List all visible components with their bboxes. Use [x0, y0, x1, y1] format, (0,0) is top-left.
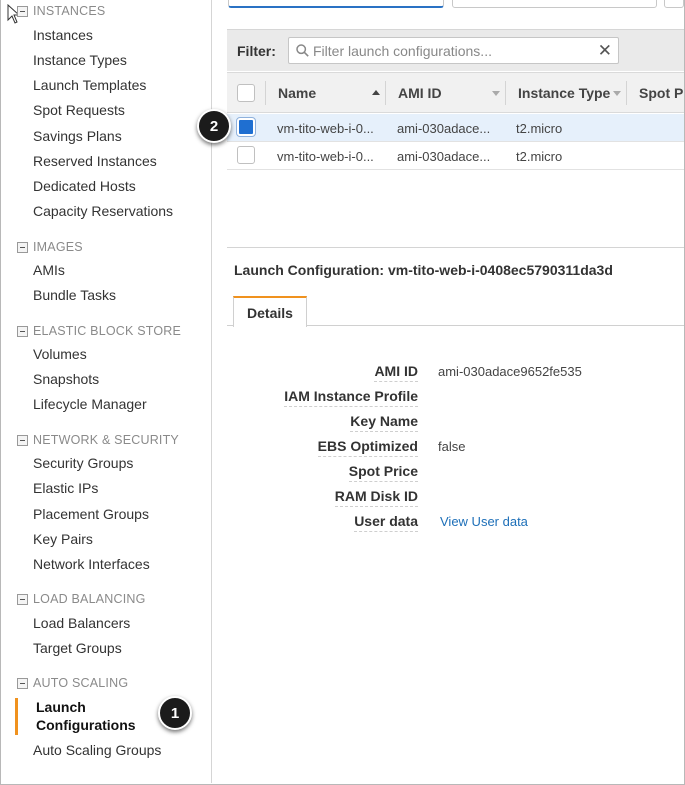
- settings-button[interactable]: [664, 0, 684, 8]
- sidebar-item-security-groups[interactable]: Security Groups: [33, 455, 133, 471]
- detail-value-ami-id: ami-030adace9652fe535: [438, 364, 582, 379]
- sidebar-item-auto-scaling-groups[interactable]: Auto Scaling Groups: [33, 742, 161, 758]
- cell-name: vm-tito-web-i-0...: [277, 121, 374, 136]
- group-title: INSTANCES: [33, 4, 106, 18]
- view-user-data-link[interactable]: View User data: [440, 514, 528, 529]
- sidebar-item-instances[interactable]: Instances: [33, 27, 93, 43]
- table-header: Name AMI ID Instance Type Spot P: [227, 72, 684, 113]
- sidebar-item-snapshots[interactable]: Snapshots: [33, 371, 99, 387]
- sidebar-item-placement-groups[interactable]: Placement Groups: [33, 506, 149, 522]
- sidebar-item-target-groups[interactable]: Target Groups: [33, 640, 122, 656]
- sidebar-item-launch-templates[interactable]: Launch Templates: [33, 77, 146, 93]
- column-divider: [505, 81, 506, 105]
- sidebar-item-network-interfaces[interactable]: Network Interfaces: [33, 556, 150, 572]
- collapse-icon[interactable]: [17, 5, 28, 17]
- cell-instance-type: t2.micro: [516, 149, 563, 164]
- detail-label-spot-price: Spot Price: [348, 463, 418, 482]
- group-images-header[interactable]: IMAGES: [17, 240, 83, 254]
- sidebar-item-savings-plans[interactable]: Savings Plans: [33, 128, 122, 144]
- sidebar-item-reserved-instances[interactable]: Reserved Instances: [33, 153, 157, 169]
- group-title: ELASTIC BLOCK STORE: [33, 324, 182, 338]
- row-checkbox[interactable]: [237, 118, 255, 136]
- group-ebs-header[interactable]: ELASTIC BLOCK STORE: [17, 324, 181, 338]
- cell-ami-id: ami-030adace...: [397, 149, 491, 164]
- group-title: NETWORK & SECURITY: [33, 433, 179, 447]
- table-row[interactable]: vm-tito-web-i-0... ami-030adace... t2.mi…: [227, 114, 684, 142]
- collapse-icon[interactable]: [17, 241, 28, 253]
- detail-label-key-name: Key Name: [350, 413, 418, 432]
- column-header-ami-id[interactable]: AMI ID: [398, 73, 442, 113]
- detail-label-ram-disk-id: RAM Disk ID: [334, 488, 418, 507]
- column-header-name[interactable]: Name: [278, 73, 316, 113]
- sort-icon[interactable]: [492, 91, 500, 96]
- group-title: AUTO SCALING: [33, 676, 129, 690]
- active-indicator: [15, 698, 18, 735]
- search-icon: [296, 44, 309, 57]
- filter-input[interactable]: [313, 41, 593, 61]
- callout-badge-1: 1: [158, 696, 192, 730]
- sidebar-item-elastic-ips[interactable]: Elastic IPs: [33, 480, 98, 496]
- sidebar-item-key-pairs[interactable]: Key Pairs: [33, 531, 93, 547]
- details-title: Launch Configuration: vm-tito-web-i-0408…: [234, 262, 613, 278]
- sidebar-item-volumes[interactable]: Volumes: [33, 346, 87, 362]
- group-network-security-header[interactable]: NETWORK & SECURITY: [17, 433, 179, 447]
- sidebar-item-dedicated-hosts[interactable]: Dedicated Hosts: [33, 178, 136, 194]
- main-panel: Filter: ✕ Name AMI ID Instance Type Spo: [212, 0, 684, 785]
- table-row[interactable]: vm-tito-web-i-0... ami-030adace... t2.mi…: [227, 142, 684, 170]
- group-instances-header[interactable]: INSTANCES: [17, 4, 105, 18]
- cell-name: vm-tito-web-i-0...: [277, 149, 374, 164]
- sidebar-item-load-balancers[interactable]: Load Balancers: [33, 615, 130, 631]
- sidebar-item-label: Launch Configurations: [36, 699, 136, 733]
- detail-label-iam-instance-profile: IAM Instance Profile: [284, 388, 418, 407]
- filter-label: Filter:: [237, 43, 276, 59]
- sidebar-item-amis[interactable]: AMIs: [33, 262, 65, 278]
- callout-badge-2: 2: [197, 109, 231, 143]
- column-header-spot-price[interactable]: Spot P: [639, 73, 683, 113]
- column-divider: [265, 81, 266, 105]
- row-checkbox[interactable]: [237, 146, 255, 164]
- collapse-icon[interactable]: [17, 325, 28, 337]
- group-title: LOAD BALANCING: [33, 592, 146, 606]
- panel-divider[interactable]: [227, 247, 684, 248]
- filter-bar: Filter: ✕: [227, 29, 684, 71]
- sort-ascending-icon[interactable]: [372, 90, 380, 95]
- select-all-checkbox[interactable]: [237, 84, 255, 102]
- collapse-icon[interactable]: [17, 677, 28, 689]
- sidebar-item-lifecycle-manager[interactable]: Lifecycle Manager: [33, 396, 147, 412]
- cell-ami-id: ami-030adace...: [397, 121, 491, 136]
- sidebar-item-instance-types[interactable]: Instance Types: [33, 52, 127, 68]
- sidebar-item-bundle-tasks[interactable]: Bundle Tasks: [33, 287, 116, 303]
- tab-details[interactable]: Details: [233, 296, 307, 327]
- sidebar-item-spot-requests[interactable]: Spot Requests: [33, 102, 125, 118]
- group-auto-scaling-header[interactable]: AUTO SCALING: [17, 676, 128, 690]
- column-header-instance-type[interactable]: Instance Type: [518, 73, 610, 113]
- group-load-balancing-header[interactable]: LOAD BALANCING: [17, 592, 146, 606]
- actions-button[interactable]: [452, 0, 657, 8]
- detail-value-ebs-optimized: false: [438, 439, 466, 454]
- cell-instance-type: t2.micro: [516, 121, 563, 136]
- clear-icon[interactable]: ✕: [598, 42, 612, 60]
- sort-icon[interactable]: [613, 91, 621, 96]
- sidebar-item-capacity-reservations[interactable]: Capacity Reservations: [33, 203, 173, 219]
- detail-label-user-data: User data: [354, 513, 418, 532]
- column-divider: [626, 81, 627, 105]
- sidebar-nav: INSTANCES Instances Instance Types Launc…: [1, 0, 212, 783]
- collapse-icon[interactable]: [17, 593, 28, 605]
- group-title: IMAGES: [33, 240, 83, 254]
- filter-search-box[interactable]: ✕: [288, 37, 619, 64]
- column-divider: [385, 81, 386, 105]
- detail-label-ami-id: AMI ID: [374, 363, 418, 382]
- detail-label-ebs-optimized: EBS Optimized: [317, 438, 418, 457]
- create-button[interactable]: [228, 0, 444, 8]
- collapse-icon[interactable]: [17, 434, 28, 446]
